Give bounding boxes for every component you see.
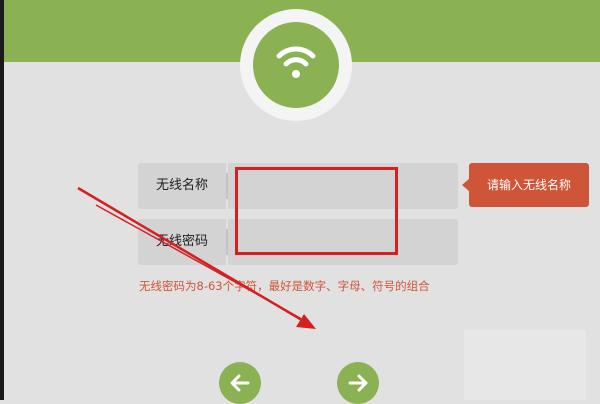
next-button[interactable]: [337, 362, 379, 404]
annotation-arrow-head: [296, 314, 316, 329]
blurred-watermark-area: [464, 330, 586, 400]
arrow-right-icon: [348, 374, 368, 392]
arrow-left-icon: [230, 374, 250, 392]
annotation-arrow-line-secondary: [95, 204, 301, 319]
prev-button[interactable]: [219, 362, 261, 404]
